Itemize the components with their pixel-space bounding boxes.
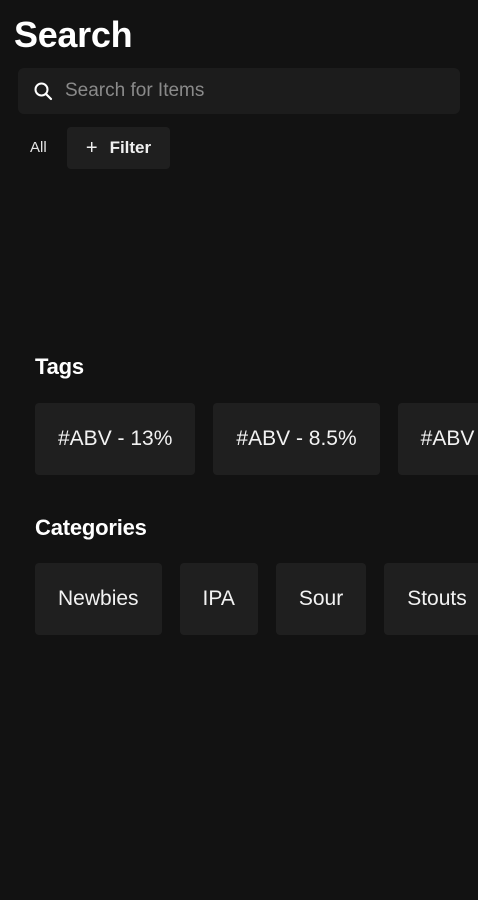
tag-chip[interactable]: #ABV - 8.5% — [213, 403, 380, 475]
categories-section-title: Categories — [35, 515, 147, 540]
tag-chip[interactable]: #ABV — [397, 403, 478, 475]
tag-chip[interactable]: #ABV - 13% — [35, 403, 196, 475]
category-chip[interactable]: Stouts — [384, 563, 478, 635]
categories-list: Newbies IPA Sour Stouts — [35, 563, 478, 635]
filter-all-tab[interactable]: All — [30, 139, 47, 156]
plus-icon: + — [85, 137, 98, 159]
search-screen: Search All + Filter Tags #ABV - 13% #ABV… — [0, 0, 478, 900]
category-chip[interactable]: Sour — [275, 563, 367, 635]
filter-button-label: Filter — [109, 138, 152, 157]
add-filter-button[interactable]: + Filter — [67, 127, 170, 169]
tags-section-title: Tags — [35, 354, 84, 379]
search-input[interactable] — [65, 80, 448, 102]
tags-list: #ABV - 13% #ABV - 8.5% #ABV — [35, 403, 478, 475]
page-title: Search — [14, 14, 133, 55]
category-chip[interactable]: IPA — [179, 563, 258, 635]
search-bar[interactable] — [18, 68, 460, 114]
search-icon — [33, 81, 53, 101]
category-chip[interactable]: Newbies — [35, 563, 162, 635]
